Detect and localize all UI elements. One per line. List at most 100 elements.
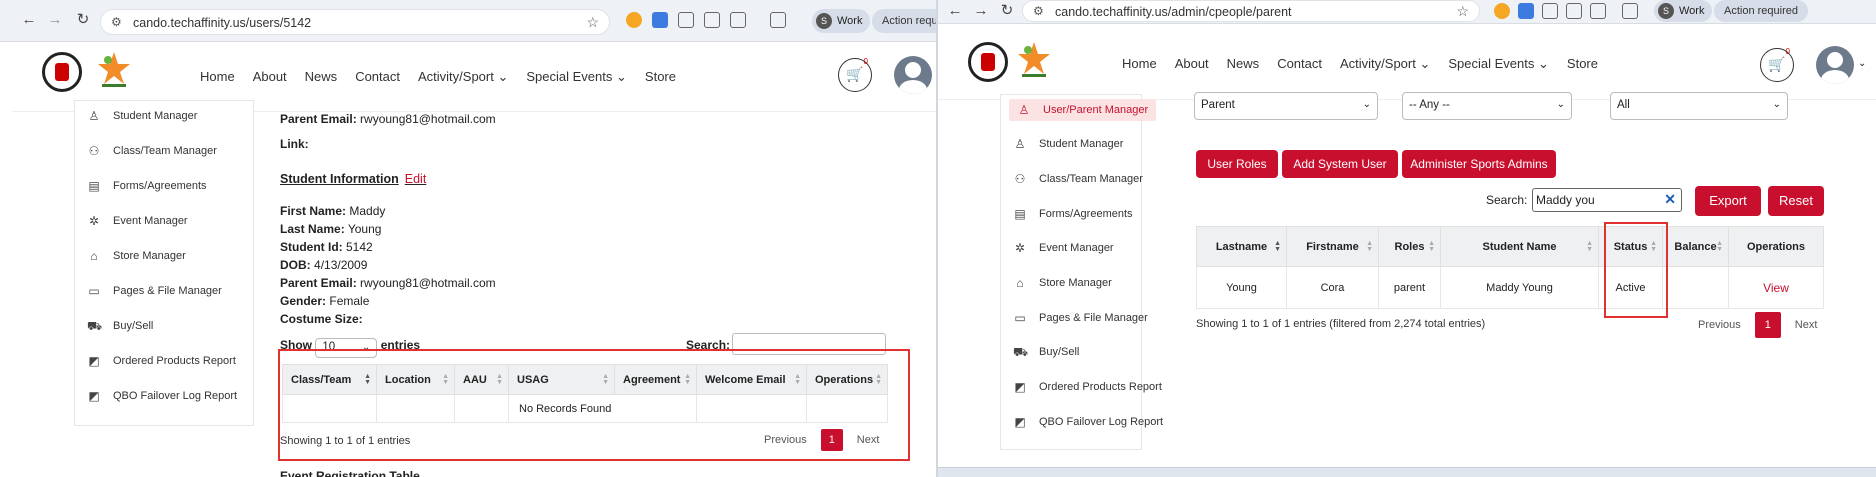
profile-button[interactable]: S Work xyxy=(1654,0,1713,22)
col-student-name[interactable]: Student Name ▲ ▼ xyxy=(1440,226,1599,267)
extension-icon[interactable] xyxy=(652,12,668,28)
cando-sports-logo[interactable] xyxy=(42,52,82,92)
tab-search-icon[interactable] xyxy=(1622,3,1638,19)
sidebar-item-label: Store Manager xyxy=(1039,277,1112,289)
reset-button[interactable]: Reset xyxy=(1768,186,1824,216)
export-button[interactable]: Export xyxy=(1695,186,1761,216)
nav-activity-sport[interactable]: Activity/Sport ⌄ xyxy=(1340,56,1430,72)
sidebar-item-pages-file-manager[interactable]: ▭ Pages & File Manager xyxy=(87,284,222,298)
status-filter-select[interactable]: All ⌄ xyxy=(1610,92,1788,120)
address-bar[interactable]: ⚙ cando.techaffinity.us/users/5142 ☆ xyxy=(100,9,610,35)
site-info-icon[interactable]: ⚙ xyxy=(1033,4,1044,18)
parks-recreation-logo[interactable] xyxy=(96,50,132,90)
add-system-user-button[interactable]: Add System User xyxy=(1282,150,1398,178)
extensions-puzzle-icon[interactable] xyxy=(1590,3,1606,19)
cart-button[interactable]: 🛒 0 xyxy=(1760,47,1794,82)
action-required-button[interactable]: Action required xyxy=(1714,0,1808,22)
sidebar-item-user-parent-manager[interactable]: ♙ User/Parent Manager xyxy=(1009,99,1157,121)
sidebar-item-student-manager[interactable]: ♙ Student Manager xyxy=(1013,137,1124,151)
cando-sports-logo[interactable] xyxy=(968,42,1008,82)
col-firstname[interactable]: Firstname ▲ ▼ xyxy=(1286,226,1379,267)
site-info-icon[interactable]: ⚙ xyxy=(111,15,122,29)
field-student-id: Student Id: 5142 xyxy=(280,240,373,254)
administer-sports-admins-button[interactable]: Administer Sports Admins xyxy=(1402,150,1556,178)
nav-activity-sport[interactable]: Activity/Sport ⌄ xyxy=(418,69,508,85)
sidebar-item-event-manager[interactable]: ✲ Event Manager xyxy=(1013,241,1114,255)
forward-icon[interactable]: → xyxy=(46,11,64,29)
view-link[interactable]: View xyxy=(1728,266,1824,309)
reload-icon[interactable]: ↻ xyxy=(74,11,92,29)
screenshot-icon[interactable] xyxy=(704,12,720,28)
col-balance[interactable]: Balance ▲ ▼ xyxy=(1662,226,1729,267)
sidebar-item-pages-file-manager[interactable]: ▭ Pages & File Manager xyxy=(1013,311,1148,325)
nav-home[interactable]: Home xyxy=(1122,56,1157,72)
back-icon[interactable]: ← xyxy=(946,2,964,20)
nav-contact[interactable]: Contact xyxy=(355,69,400,85)
party-icon: ✲ xyxy=(1014,241,1026,255)
profile-button[interactable]: S Work xyxy=(812,9,871,33)
clear-search-icon[interactable]: ✕ xyxy=(1664,191,1676,208)
nav-store[interactable]: Store xyxy=(1567,56,1598,72)
extension-icon[interactable] xyxy=(1494,3,1510,19)
forward-icon[interactable]: → xyxy=(972,2,990,20)
sidebar-item-forms-agreements[interactable]: ▤ Forms/Agreements xyxy=(1013,207,1132,221)
user-icon: ♙ xyxy=(1018,103,1030,117)
sidebar-item-label: Forms/Agreements xyxy=(113,180,207,192)
nav-home[interactable]: Home xyxy=(200,69,235,85)
sidebar-item-forms-agreements[interactable]: ▤ Forms/Agreements xyxy=(87,179,207,193)
col-lastname[interactable]: Lastname ▲ ▼ xyxy=(1196,226,1287,267)
user-roles-button[interactable]: User Roles xyxy=(1196,150,1278,178)
nav-news[interactable]: News xyxy=(1227,56,1260,72)
extension-icon[interactable] xyxy=(1518,3,1534,19)
sidebar-item-ordered-products-report[interactable]: ◩ Ordered Products Report xyxy=(87,354,236,368)
camera-icon[interactable] xyxy=(1542,3,1558,19)
nav-contact[interactable]: Contact xyxy=(1277,56,1322,72)
extension-icon[interactable] xyxy=(626,12,642,28)
parks-recreation-logo[interactable] xyxy=(1016,40,1052,80)
tab-search-icon[interactable] xyxy=(770,12,786,28)
reload-icon[interactable]: ↻ xyxy=(998,2,1016,20)
user-avatar[interactable] xyxy=(894,56,932,94)
nav-store[interactable]: Store xyxy=(645,69,676,85)
sidebar-item-class-team-manager[interactable]: ⚇ Class/Team Manager xyxy=(1013,172,1143,186)
nav-about[interactable]: About xyxy=(1175,56,1209,72)
role-filter-select[interactable]: Parent ⌄ xyxy=(1194,92,1378,120)
sidebar-item-buy-sell[interactable]: ⛟ Buy/Sell xyxy=(87,319,153,333)
sidebar-item-qbo-failover-log-report[interactable]: ◩ QBO Failover Log Report xyxy=(1013,415,1163,429)
any-filter-select[interactable]: -- Any -- ⌄ xyxy=(1402,92,1572,120)
address-bar[interactable]: ⚙ cando.techaffinity.us/admin/cpeople/pa… xyxy=(1022,0,1480,22)
sort-icon: ▲ ▼ xyxy=(1366,240,1373,253)
sidebar-item-store-manager[interactable]: ⌂ Store Manager xyxy=(87,249,185,263)
page-1-button[interactable]: 1 xyxy=(1754,312,1781,338)
nav-special-events[interactable]: Special Events ⌄ xyxy=(526,69,627,85)
bookmark-star-icon[interactable]: ☆ xyxy=(586,14,599,31)
nav-about[interactable]: About xyxy=(253,69,287,85)
field-label: Student Id: xyxy=(280,240,343,254)
cart-button[interactable]: 🛒 0 xyxy=(838,57,872,92)
back-icon[interactable]: ← xyxy=(20,11,38,29)
bookmark-star-icon[interactable]: ☆ xyxy=(1456,3,1469,20)
col-roles[interactable]: Roles ▲ ▼ xyxy=(1378,226,1441,267)
sidebar-item-label: Event Manager xyxy=(1039,242,1114,254)
sidebar-item-ordered-products-report[interactable]: ◩ Ordered Products Report xyxy=(1013,380,1162,394)
camera-icon[interactable] xyxy=(678,12,694,28)
sidebar-item-store-manager[interactable]: ⌂ Store Manager xyxy=(1013,276,1112,290)
chevron-down-icon[interactable]: ⌄ xyxy=(1858,58,1866,69)
sidebar-item-student-manager[interactable]: ♙ Student Manager xyxy=(87,109,198,123)
previous-button[interactable]: Previous xyxy=(1698,319,1741,331)
sidebar-item-class-team-manager[interactable]: ⚇ Class/Team Manager xyxy=(87,144,217,158)
sidebar-item-label: QBO Failover Log Report xyxy=(1039,416,1164,428)
action-required-button[interactable]: Action requir xyxy=(872,9,936,33)
user-avatar[interactable] xyxy=(1816,46,1854,84)
sidebar-item-qbo-failover-log-report[interactable]: ◩ QBO Failover Log Report xyxy=(87,389,237,403)
screenshot-icon[interactable] xyxy=(1566,3,1582,19)
next-button[interactable]: Next xyxy=(1795,319,1818,331)
nav-special-events[interactable]: Special Events ⌄ xyxy=(1448,56,1549,72)
edit-link[interactable]: Edit xyxy=(405,172,427,186)
sidebar-item-buy-sell[interactable]: ⛟ Buy/Sell xyxy=(1013,345,1079,359)
sidebar-item-event-manager[interactable]: ✲ Event Manager xyxy=(87,214,188,228)
extensions-puzzle-icon[interactable] xyxy=(730,12,746,28)
search-input[interactable]: Maddy you ✕ xyxy=(1532,188,1682,212)
field-costume-size: Costume Size: xyxy=(280,312,363,326)
nav-news[interactable]: News xyxy=(305,69,338,85)
